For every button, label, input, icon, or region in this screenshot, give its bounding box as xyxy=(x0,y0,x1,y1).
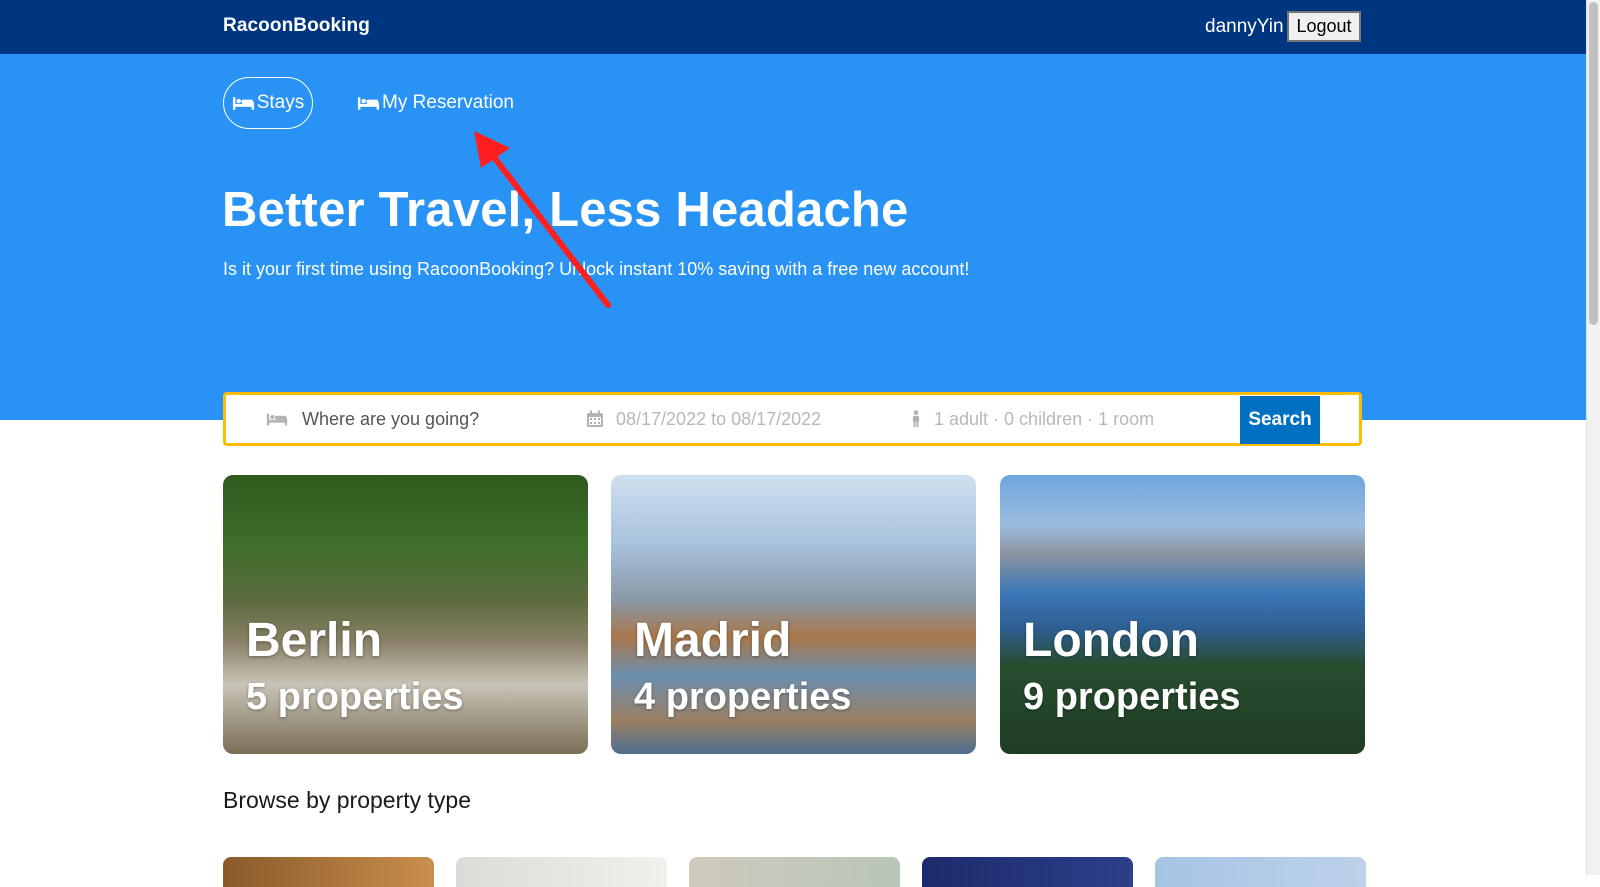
tab-stays-label: Stays xyxy=(256,92,305,113)
property-type-card[interactable] xyxy=(689,857,900,887)
tab-my-reservation[interactable]: My Reservation xyxy=(357,77,514,129)
guests-text: 1 adult · 0 children · 1 room xyxy=(934,408,1155,429)
property-type-card[interactable] xyxy=(456,857,667,887)
person-icon xyxy=(912,410,920,428)
date-range-field[interactable]: 08/17/2022 to 08/17/2022 xyxy=(586,395,821,443)
bed-icon xyxy=(357,97,380,110)
page-scrollbar[interactable] xyxy=(1586,0,1600,875)
hero-subtitle: Is it your first time using RacoonBookin… xyxy=(223,259,970,279)
city-card-london[interactable]: London 9 properties xyxy=(1000,475,1365,754)
destination-input[interactable] xyxy=(300,407,564,431)
city-name: Berlin xyxy=(246,614,383,667)
bed-icon xyxy=(232,97,254,110)
username-label: dannyYin xyxy=(1205,16,1284,37)
tab-stays[interactable]: Stays xyxy=(223,77,313,129)
city-card-berlin[interactable]: Berlin 5 properties xyxy=(223,475,588,754)
property-type-card[interactable] xyxy=(223,857,434,887)
city-property-count: 5 properties xyxy=(246,676,464,718)
city-name: Madrid xyxy=(634,614,792,667)
search-button[interactable]: Search xyxy=(1240,396,1320,444)
destination-field[interactable] xyxy=(266,395,564,443)
bed-icon xyxy=(266,413,288,426)
brand-logo[interactable]: RacoonBooking xyxy=(223,15,370,37)
city-property-count: 9 properties xyxy=(1023,676,1241,718)
city-card-madrid[interactable]: Madrid 4 properties xyxy=(611,475,976,754)
hero-section: Stays My Reservation Better Travel, Less… xyxy=(0,54,1586,420)
browse-section-title: Browse by property type xyxy=(223,787,472,813)
search-bar: 08/17/2022 to 08/17/2022 1 adult · 0 chi… xyxy=(223,392,1362,446)
calendar-icon xyxy=(587,410,603,427)
logout-button[interactable]: Logout xyxy=(1287,11,1361,42)
hero-title: Better Travel, Less Headache xyxy=(222,183,909,237)
property-type-card[interactable] xyxy=(1155,857,1366,887)
top-nav-bar: RacoonBooking dannyYin Logout xyxy=(0,0,1586,54)
scrollbar-thumb[interactable] xyxy=(1589,2,1598,325)
guests-field[interactable]: 1 adult · 0 children · 1 room xyxy=(910,395,1154,443)
city-name: London xyxy=(1023,614,1199,667)
property-type-card[interactable] xyxy=(922,857,1133,887)
city-property-count: 4 properties xyxy=(634,676,852,718)
date-range-text: 08/17/2022 to 08/17/2022 xyxy=(616,408,822,429)
tab-my-reservation-label: My Reservation xyxy=(382,92,514,113)
